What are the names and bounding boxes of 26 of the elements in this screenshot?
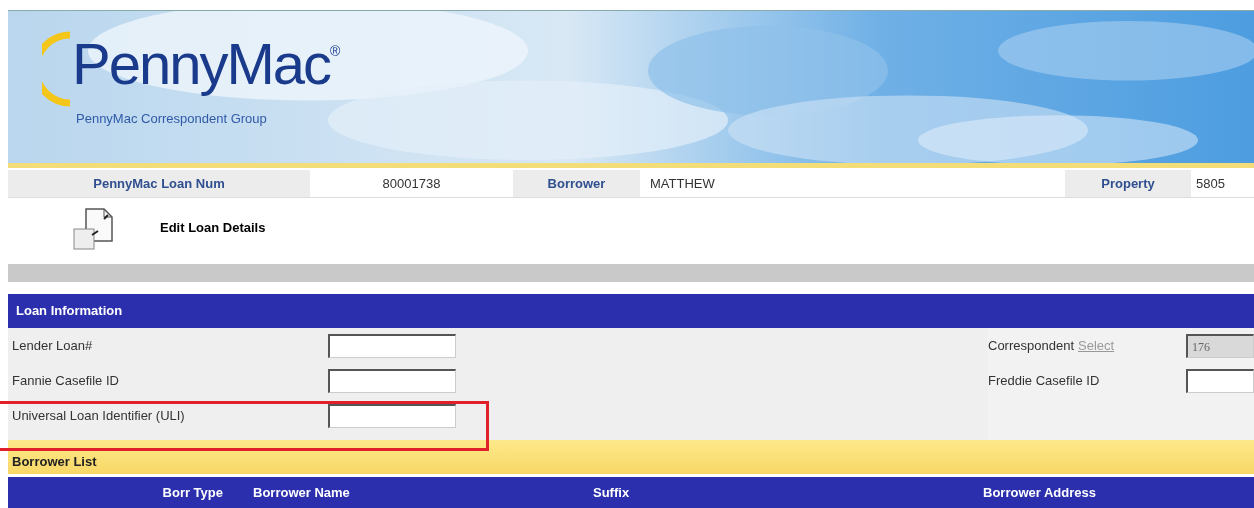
input-field[interactable] bbox=[328, 404, 456, 428]
section-title: Loan Information bbox=[16, 302, 123, 321]
field-value: 5805 bbox=[1195, 174, 1226, 193]
logo: PennyMac bbox=[72, 30, 331, 98]
field-label: Fannie Casefile ID bbox=[11, 372, 120, 391]
field-label: Freddie Casefile ID bbox=[988, 372, 1100, 391]
input-field[interactable] bbox=[1186, 369, 1254, 393]
input-field[interactable] bbox=[328, 334, 456, 358]
field-label: Property bbox=[1065, 170, 1191, 197]
field-label: Universal Loan Identifier (ULI) bbox=[11, 407, 186, 426]
field-value: 80001738 bbox=[381, 174, 442, 193]
input-field[interactable] bbox=[328, 369, 456, 393]
column-header: Borr Type bbox=[161, 484, 224, 503]
field-label: Correspondent bbox=[988, 337, 1074, 356]
field-label: Lender Loan# bbox=[11, 337, 94, 356]
column-header: Borrower Name bbox=[253, 484, 351, 503]
column-header: Borrower Address bbox=[983, 484, 1097, 503]
registered-mark: ® bbox=[330, 42, 341, 59]
section-title: Borrower List bbox=[12, 452, 97, 471]
field-label: PennyMac Loan Num bbox=[8, 170, 310, 197]
ring-icon bbox=[42, 31, 72, 107]
field-label: Borrower bbox=[513, 170, 640, 197]
column-header: Suffix bbox=[593, 484, 631, 503]
action-label[interactable]: Edit Loan Details bbox=[160, 218, 266, 238]
logo-tagline: PennyMac Correspondent Group bbox=[76, 110, 268, 128]
field-value: MATTHEW bbox=[649, 174, 716, 193]
